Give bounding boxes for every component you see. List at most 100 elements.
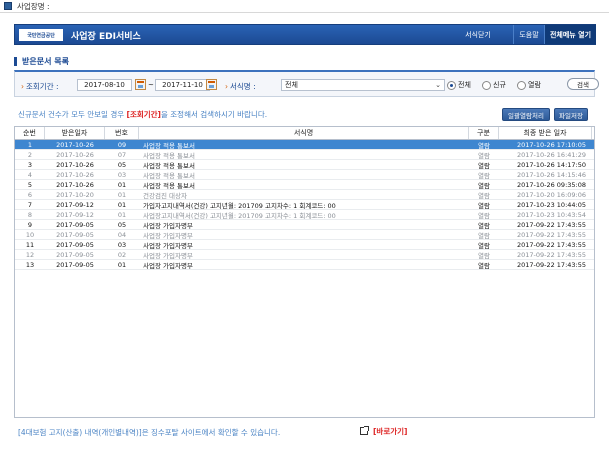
- cell-num: 01: [117, 190, 127, 199]
- cell-status: 열람: [478, 251, 490, 260]
- radio-new[interactable]: 신규: [482, 80, 506, 90]
- cell-form: 사업장 가입자명부: [143, 241, 193, 250]
- cell-no: 6: [27, 190, 33, 199]
- calendar-to-icon[interactable]: [206, 79, 217, 90]
- header-no[interactable]: 순번: [15, 127, 45, 139]
- table-row[interactable]: 2 2017-10-26 07 사업장 적용 통보서 열람 2017-10-26 16:4…: [15, 150, 594, 160]
- cell-last: 2017-10-23 10:44:05: [516, 200, 586, 209]
- search-panel: › 조회기간 : 2017-08-10 ~ 2017-11-10 › 서식명 : 전…: [14, 70, 599, 97]
- cell-status: 열람: [478, 191, 490, 200]
- header-num[interactable]: 번호: [105, 127, 139, 139]
- header-bar: 국민연금공단 사업장 EDI서비스 서식닫기 도움말 전체메뉴 열기: [14, 24, 596, 45]
- footer-note: [4대보험 고지(산출) 내역(개인별내역)]은 징수포탈 사이트에서 확인할 …: [18, 428, 281, 437]
- form-label-text: 서식명 :: [230, 82, 256, 91]
- cell-no: 4: [27, 170, 33, 179]
- cell-form: 사업장 적용 통보서: [143, 171, 195, 180]
- radio-all-dot[interactable]: [447, 80, 456, 90]
- chevron-down-icon: ⌄: [435, 81, 441, 89]
- cell-form: 사업장 가입자명부: [143, 221, 193, 230]
- radio-all-label: 전체: [458, 81, 471, 89]
- cell-no: 12: [25, 250, 35, 259]
- read-all-button[interactable]: 일괄열람처리: [502, 108, 550, 121]
- cell-date: 2017-09-05: [56, 230, 94, 239]
- radio-read-label: 열람: [528, 81, 541, 89]
- help-button[interactable]: 도움말: [513, 25, 545, 44]
- cell-status: 열람: [478, 171, 490, 180]
- table-row[interactable]: 11 2017-09-05 03 사업장 가입자명부 열람 2017-09-22 17:4…: [15, 240, 594, 250]
- table-header: 순번 받은일자 번호 서식명 구분 최종 받은 일자: [15, 127, 594, 140]
- documents-table: 순번 받은일자 번호 서식명 구분 최종 받은 일자 1 2017-10-26 09…: [14, 126, 595, 418]
- cell-form: 건강검진 대상자: [143, 191, 187, 200]
- cell-status: 열람: [478, 221, 490, 230]
- table-row[interactable]: 13 2017-09-05 01 사업장 가입자명부 열람 2017-09-22 17:4…: [15, 260, 594, 270]
- cell-form: 사업장 가입자명부: [143, 251, 193, 260]
- save-file-button[interactable]: 파일저장: [554, 108, 588, 121]
- table-row[interactable]: 9 2017-09-05 05 사업장 가입자명부 열람 2017-09-22 17:43…: [15, 220, 594, 230]
- cell-last: 2017-09-22 17:43:55: [516, 220, 586, 229]
- cell-no: 3: [27, 160, 33, 169]
- cell-last: 2017-09-22 17:43:55: [516, 240, 586, 249]
- form-select[interactable]: 전체 ⌄: [281, 79, 445, 91]
- search-button[interactable]: 검색: [567, 78, 599, 90]
- cell-no: 8: [27, 210, 33, 219]
- notice-highlight: [조회기간]: [126, 110, 161, 119]
- table-row[interactable]: 3 2017-10-26 05 사업장 적용 통보서 열람 2017-10-26 14:1…: [15, 160, 594, 170]
- cell-num: 03: [117, 170, 127, 179]
- table-row[interactable]: 7 2017-09-12 01 가입자고지내역서(건강) 고지년월: 201709 고…: [15, 200, 594, 210]
- cell-num: 01: [117, 200, 127, 209]
- table-row[interactable]: 8 2017-09-12 01 사업장고지내역서(건강) 고지년월: 201709 고…: [15, 210, 594, 220]
- cell-date: 2017-10-20: [56, 190, 94, 199]
- cell-date: 2017-09-12: [56, 200, 94, 209]
- header-date[interactable]: 받은일자: [45, 127, 105, 139]
- cell-status: 열람: [478, 231, 490, 240]
- table-row[interactable]: 12 2017-09-05 02 사업장 가입자명부 열람 2017-09-22 17:4…: [15, 250, 594, 260]
- radio-all[interactable]: 전체: [447, 80, 471, 90]
- cell-date: 2017-10-26: [56, 170, 94, 179]
- cell-date: 2017-10-26: [56, 150, 94, 159]
- radio-read[interactable]: 열람: [517, 80, 541, 90]
- radio-new-dot[interactable]: [482, 80, 491, 90]
- cell-last: 2017-09-22 17:43:55: [516, 250, 586, 259]
- cell-no: 1: [27, 140, 33, 149]
- cell-form: 사업장 가입자명부: [143, 231, 193, 240]
- cell-last: 2017-10-26 14:15:46: [516, 170, 586, 179]
- table-row[interactable]: 1 2017-10-26 09 사업장 적용 통보서 열람 2017-10-26 17:1…: [15, 140, 594, 150]
- cell-no: 5: [27, 180, 33, 189]
- cell-status: 열람: [478, 151, 490, 160]
- table-row[interactable]: 10 2017-09-05 04 사업장 가입자명부 열람 2017-09-22 17:4…: [15, 230, 594, 240]
- cell-no: 2: [27, 150, 33, 159]
- cell-status: 열람: [478, 181, 490, 190]
- section-title: 받은문서 목록: [14, 56, 69, 67]
- open-all-menu-button[interactable]: 전체메뉴 열기: [545, 25, 596, 44]
- cell-date: 2017-10-26: [56, 140, 94, 149]
- section-title-text: 받은문서 목록: [22, 57, 69, 66]
- cell-date: 2017-09-05: [56, 220, 94, 229]
- table-row[interactable]: 6 2017-10-20 01 건강검진 대상자 열람 2017-10-20 16:09:…: [15, 190, 594, 200]
- date-from-input[interactable]: 2017-08-10: [77, 79, 132, 91]
- radio-read-dot[interactable]: [517, 80, 526, 90]
- cell-date: 2017-10-26: [56, 160, 94, 169]
- form-label: › 서식명 :: [225, 81, 256, 92]
- logo-text: 국민연금공단: [27, 32, 55, 39]
- table-row[interactable]: 4 2017-10-26 03 사업장 적용 통보서 열람 2017-10-26 14:1…: [15, 170, 594, 180]
- date-to-input[interactable]: 2017-11-10: [155, 79, 210, 91]
- cell-num: 02: [117, 250, 127, 259]
- period-label: › 조회기간 :: [21, 81, 59, 92]
- cell-status: 열람: [478, 241, 490, 250]
- cell-last: 2017-10-26 17:10:05: [516, 140, 586, 149]
- app-icon: [4, 2, 12, 10]
- form-select-value: 전체: [285, 81, 298, 89]
- calendar-from-icon[interactable]: [135, 79, 146, 90]
- table-row[interactable]: 5 2017-10-26 01 사업장 적용 통보서 열람 2017-10-26 09:3…: [15, 180, 594, 190]
- shortcut-link[interactable]: [바로가기]: [373, 426, 407, 437]
- cell-last: 2017-10-26 16:41:29: [516, 150, 586, 159]
- page-title: 사업장 EDI서비스: [71, 32, 141, 42]
- close-form-button[interactable]: 서식닫기: [453, 25, 503, 44]
- cell-date: 2017-10-26: [56, 180, 94, 189]
- header-last-date[interactable]: 최종 받은 일자: [499, 127, 592, 139]
- header-status[interactable]: 구분: [469, 127, 499, 139]
- cell-last: 2017-10-26 14:17:50: [516, 160, 586, 169]
- table-body: 1 2017-10-26 09 사업장 적용 통보서 열람 2017-10-26 17:1…: [15, 140, 594, 270]
- header-form[interactable]: 서식명: [139, 127, 469, 139]
- cell-num: 04: [117, 230, 127, 239]
